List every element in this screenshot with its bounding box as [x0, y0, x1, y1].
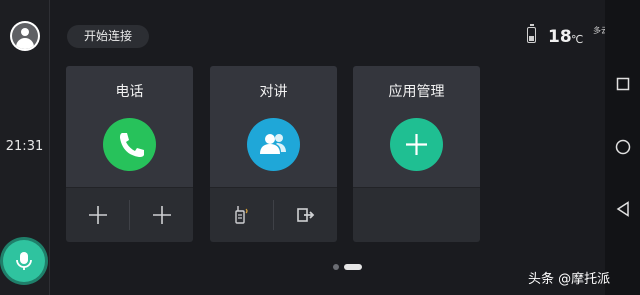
phone-card[interactable]: 电话: [66, 66, 193, 242]
microphone-icon: [16, 252, 32, 270]
add-left-button[interactable]: [66, 200, 129, 230]
plus-icon: [152, 206, 171, 224]
voice-button[interactable]: [3, 240, 45, 282]
card-title: 应用管理: [388, 84, 445, 100]
left-sidebar: 21:31: [0, 0, 50, 295]
clock: 21:31: [5, 139, 44, 154]
home-icon: [615, 139, 630, 155]
card-actions: [210, 187, 337, 242]
card-actions: [353, 187, 480, 242]
temperature-unit: ℃: [571, 33, 584, 46]
temperature: 18: [548, 27, 572, 47]
card-actions: [66, 187, 193, 242]
back-button[interactable]: [605, 194, 640, 224]
phone-icon: [120, 133, 144, 157]
start-connect-button[interactable]: 开始连接: [67, 25, 149, 48]
exit-button[interactable]: [274, 200, 337, 230]
card-title: 对讲: [259, 84, 288, 100]
user-avatar-icon[interactable]: [10, 21, 40, 51]
card-title: 电话: [115, 84, 144, 100]
home-button[interactable]: [605, 132, 640, 162]
walkie-talkie-icon: [234, 206, 248, 224]
back-icon: [616, 201, 629, 217]
app-management-card[interactable]: 应用管理: [353, 66, 480, 242]
plus-icon: [88, 206, 107, 224]
walkie-talkie-button[interactable]: [210, 200, 273, 230]
battery-icon: [527, 24, 536, 43]
contacts-icon: [260, 134, 286, 154]
system-nav-bar: [605, 0, 640, 295]
recent-apps-button[interactable]: [605, 69, 640, 99]
intercom-button[interactable]: [247, 118, 300, 171]
recent-apps-icon: [616, 77, 629, 91]
phone-button[interactable]: [103, 118, 156, 171]
plus-icon: [406, 134, 427, 155]
intercom-card[interactable]: 对讲: [210, 66, 337, 242]
add-right-button[interactable]: [130, 200, 193, 230]
add-app-button[interactable]: [390, 118, 443, 171]
page-dot-active[interactable]: [344, 264, 362, 270]
watermark: 头条 @摩托派: [528, 272, 611, 287]
exit-icon: [296, 208, 314, 222]
page-dot[interactable]: [333, 264, 339, 270]
